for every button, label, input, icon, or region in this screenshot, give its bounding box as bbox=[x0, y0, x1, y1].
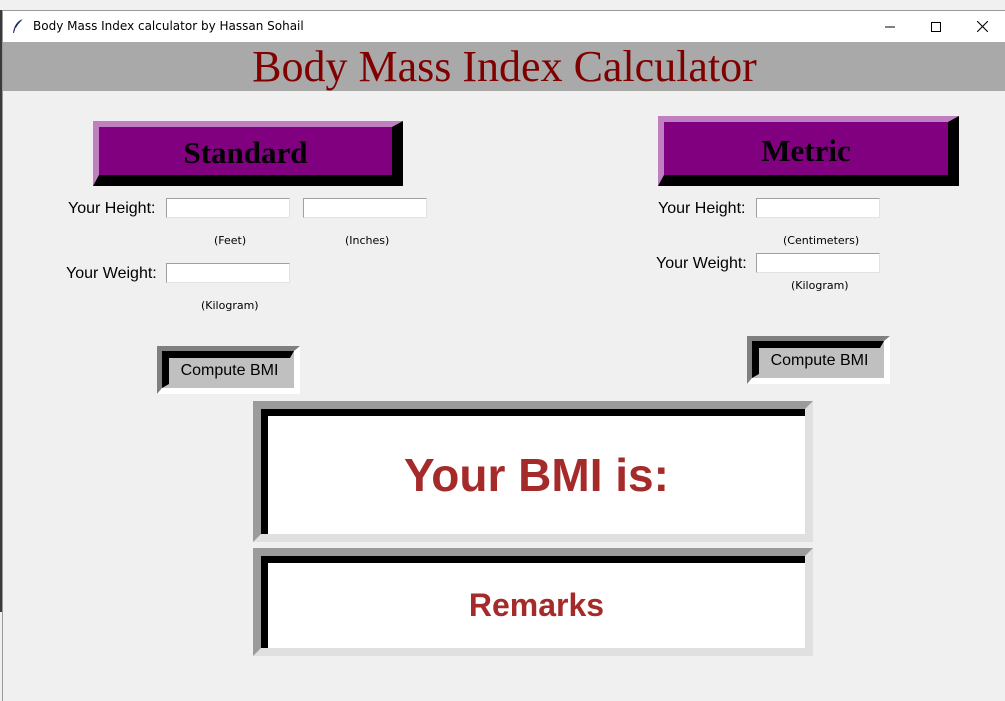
close-button[interactable] bbox=[959, 11, 1005, 42]
standard-weight-label: Your Weight: bbox=[66, 265, 157, 282]
app-banner: Body Mass Index Calculator bbox=[3, 42, 1005, 91]
metric-header-label: Metric bbox=[761, 132, 851, 168]
metric-compute-button[interactable]: Compute BMI bbox=[752, 341, 884, 378]
centimeters-unit-label: (Centimeters) bbox=[783, 234, 860, 247]
standard-weight-input[interactable] bbox=[166, 263, 290, 283]
feet-input[interactable] bbox=[166, 198, 290, 218]
feet-unit-label: (Feet) bbox=[214, 234, 247, 247]
metric-header-button[interactable]: Metric bbox=[658, 116, 959, 186]
feather-icon bbox=[13, 18, 24, 33]
centimeters-input[interactable] bbox=[756, 198, 880, 218]
bmi-result-panel: Your BMI is: bbox=[261, 409, 805, 534]
metric-weight-label: Your Weight: bbox=[656, 255, 747, 272]
minimize-button[interactable] bbox=[867, 11, 913, 42]
standard-weight-unit-label: (Kilogram) bbox=[201, 299, 259, 312]
standard-compute-label: Compute BMI bbox=[180, 362, 279, 379]
close-icon bbox=[976, 21, 988, 32]
app-window: Body Mass Index calculator by Hassan Soh… bbox=[2, 10, 1005, 701]
inches-unit-label: (Inches) bbox=[345, 234, 390, 247]
inches-input[interactable] bbox=[303, 198, 427, 218]
remarks-text: Remarks bbox=[468, 587, 605, 623]
remarks-panel: Remarks bbox=[261, 556, 805, 648]
metric-compute-label: Compute BMI bbox=[770, 352, 869, 369]
metric-weight-input[interactable] bbox=[756, 253, 880, 273]
bmi-result-text: Your BMI is: bbox=[404, 449, 669, 501]
page-title: Body Mass Index Calculator bbox=[252, 42, 757, 91]
metric-weight-unit-label: (Kilogram) bbox=[791, 279, 849, 292]
standard-header-label: Standard bbox=[183, 135, 308, 170]
standard-height-label: Your Height: bbox=[68, 200, 156, 217]
window-title: Body Mass Index calculator by Hassan Soh… bbox=[33, 19, 304, 33]
metric-height-label: Your Height: bbox=[658, 200, 746, 217]
title-bar: Body Mass Index calculator by Hassan Soh… bbox=[3, 11, 1005, 42]
standard-header-button[interactable]: Standard bbox=[93, 121, 403, 186]
standard-compute-button[interactable]: Compute BMI bbox=[162, 351, 294, 388]
minimize-icon bbox=[885, 26, 895, 27]
maximize-icon bbox=[931, 21, 941, 32]
maximize-button[interactable] bbox=[913, 11, 959, 42]
